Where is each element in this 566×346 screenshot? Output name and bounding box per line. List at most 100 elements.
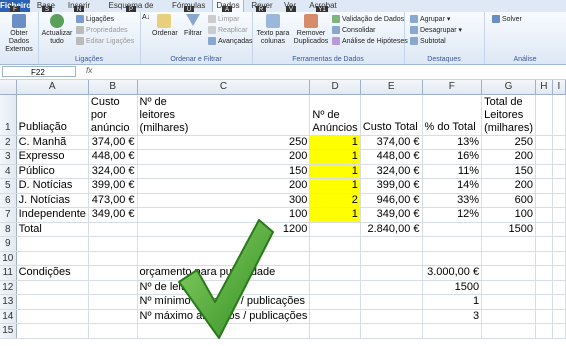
limpar-button[interactable]: Limpar bbox=[208, 15, 239, 24]
cell[interactable] bbox=[360, 280, 423, 295]
cell[interactable]: 11% bbox=[422, 164, 483, 179]
cell[interactable]: 600 bbox=[481, 193, 536, 208]
cell[interactable]: 1 bbox=[422, 294, 483, 310]
cell[interactable]: 14% bbox=[422, 178, 483, 194]
cell[interactable] bbox=[16, 251, 89, 266]
cell[interactable]: 200 bbox=[137, 149, 311, 165]
row-header[interactable]: 6 bbox=[0, 193, 17, 208]
header-cell[interactable]: Custo por anúncio bbox=[88, 94, 138, 136]
cell[interactable] bbox=[360, 265, 423, 281]
cell[interactable] bbox=[309, 280, 361, 295]
cell[interactable] bbox=[552, 207, 566, 223]
cell[interactable] bbox=[16, 294, 89, 310]
cell[interactable] bbox=[552, 149, 566, 165]
ordenar-button[interactable]: Ordenar bbox=[152, 14, 178, 38]
header-cell[interactable]: Nº de Anúncios bbox=[309, 94, 361, 136]
cell[interactable] bbox=[88, 280, 138, 295]
cell[interactable] bbox=[481, 236, 536, 252]
cell[interactable]: 200 bbox=[481, 178, 536, 194]
cell[interactable]: 200 bbox=[137, 178, 311, 194]
cell[interactable] bbox=[535, 135, 553, 150]
cell[interactable] bbox=[535, 207, 553, 223]
cell-highlighted[interactable]: 1 bbox=[309, 149, 361, 165]
cell[interactable] bbox=[360, 323, 423, 339]
cell-highlighted[interactable]: 1 bbox=[309, 207, 361, 223]
cell[interactable] bbox=[552, 135, 566, 150]
cell[interactable]: Expresso bbox=[16, 149, 89, 165]
cell[interactable] bbox=[16, 236, 89, 252]
cell[interactable] bbox=[552, 94, 566, 136]
column-header[interactable]: B bbox=[88, 80, 138, 95]
cell[interactable] bbox=[88, 265, 138, 281]
cell[interactable] bbox=[535, 178, 553, 194]
cell-highlighted[interactable]: 2 bbox=[309, 193, 361, 208]
cell[interactable]: Total bbox=[16, 222, 89, 237]
row-header[interactable]: 14 bbox=[0, 309, 17, 324]
cell[interactable] bbox=[552, 178, 566, 194]
cell[interactable] bbox=[535, 236, 553, 252]
cell-highlighted[interactable]: 1 bbox=[309, 178, 361, 194]
cell[interactable] bbox=[88, 236, 138, 252]
cell[interactable] bbox=[422, 251, 483, 266]
cell[interactable]: 16% bbox=[422, 149, 483, 165]
cell[interactable]: C. Manhã bbox=[16, 135, 89, 150]
cell[interactable]: Condições bbox=[16, 265, 89, 281]
cell[interactable]: 324,00 € bbox=[88, 164, 138, 179]
cell[interactable]: 324,00 € bbox=[360, 164, 423, 179]
cell[interactable] bbox=[309, 251, 361, 266]
cell[interactable]: 448,00 € bbox=[360, 149, 423, 165]
cell[interactable] bbox=[360, 236, 423, 252]
avancadas-button[interactable]: Avançadas bbox=[208, 37, 253, 46]
cell[interactable] bbox=[88, 309, 138, 324]
cell[interactable] bbox=[360, 294, 423, 310]
sort-az-button[interactable]: A↓ bbox=[142, 14, 150, 22]
cell[interactable] bbox=[309, 323, 361, 339]
cell[interactable] bbox=[552, 193, 566, 208]
ligacoes-button[interactable]: Ligações bbox=[76, 15, 114, 24]
cell[interactable]: 1500 bbox=[481, 222, 536, 237]
cell-highlighted[interactable]: 1 bbox=[309, 135, 361, 150]
cell[interactable] bbox=[535, 280, 553, 295]
cell[interactable]: 946,00 € bbox=[360, 193, 423, 208]
editar-ligacoes-button[interactable]: Editar Ligações bbox=[76, 37, 134, 46]
cell[interactable] bbox=[88, 222, 138, 237]
cell[interactable] bbox=[481, 294, 536, 310]
cell[interactable] bbox=[481, 309, 536, 324]
row-header[interactable]: 11 bbox=[0, 265, 17, 281]
cell[interactable]: Independente bbox=[16, 207, 89, 223]
cell[interactable] bbox=[309, 236, 361, 252]
column-header[interactable]: I bbox=[552, 80, 566, 95]
filtrar-button[interactable]: Filtrar bbox=[182, 14, 204, 38]
cell[interactable] bbox=[481, 280, 536, 295]
cell[interactable]: 1500 bbox=[422, 280, 483, 295]
cell[interactable]: J. Notícias bbox=[16, 193, 89, 208]
cell[interactable]: 349,00 € bbox=[88, 207, 138, 223]
cell[interactable] bbox=[481, 323, 536, 339]
validacao-button[interactable]: Validação de Dados bbox=[332, 15, 404, 24]
cell[interactable] bbox=[552, 323, 566, 339]
cell[interactable] bbox=[552, 236, 566, 252]
cell[interactable] bbox=[535, 222, 553, 237]
header-cell[interactable]: Custo Total bbox=[360, 94, 423, 136]
cell[interactable]: 349,00 € bbox=[360, 207, 423, 223]
column-header[interactable]: G bbox=[481, 80, 536, 95]
row-header[interactable]: 7 bbox=[0, 207, 17, 223]
cell[interactable] bbox=[535, 265, 553, 281]
row-header[interactable]: 2 bbox=[0, 135, 17, 150]
reaplicar-button[interactable]: Reaplicar bbox=[208, 26, 248, 35]
cell[interactable] bbox=[552, 280, 566, 295]
cell[interactable]: 399,00 € bbox=[360, 178, 423, 194]
cell[interactable] bbox=[360, 309, 423, 324]
cell[interactable] bbox=[552, 294, 566, 310]
row-header[interactable]: 1 bbox=[0, 94, 17, 136]
cell[interactable] bbox=[535, 251, 553, 266]
header-cell[interactable]: Total de Leitores (milhares) bbox=[481, 94, 536, 136]
cell[interactable]: 250 bbox=[137, 135, 311, 150]
cell[interactable]: 150 bbox=[481, 164, 536, 179]
cell[interactable]: 250 bbox=[481, 135, 536, 150]
cell[interactable] bbox=[422, 323, 483, 339]
header-cell[interactable]: Nº de leitores (milhares) bbox=[137, 94, 311, 136]
cell[interactable] bbox=[422, 222, 483, 237]
cell[interactable] bbox=[16, 280, 89, 295]
cell[interactable] bbox=[309, 265, 361, 281]
